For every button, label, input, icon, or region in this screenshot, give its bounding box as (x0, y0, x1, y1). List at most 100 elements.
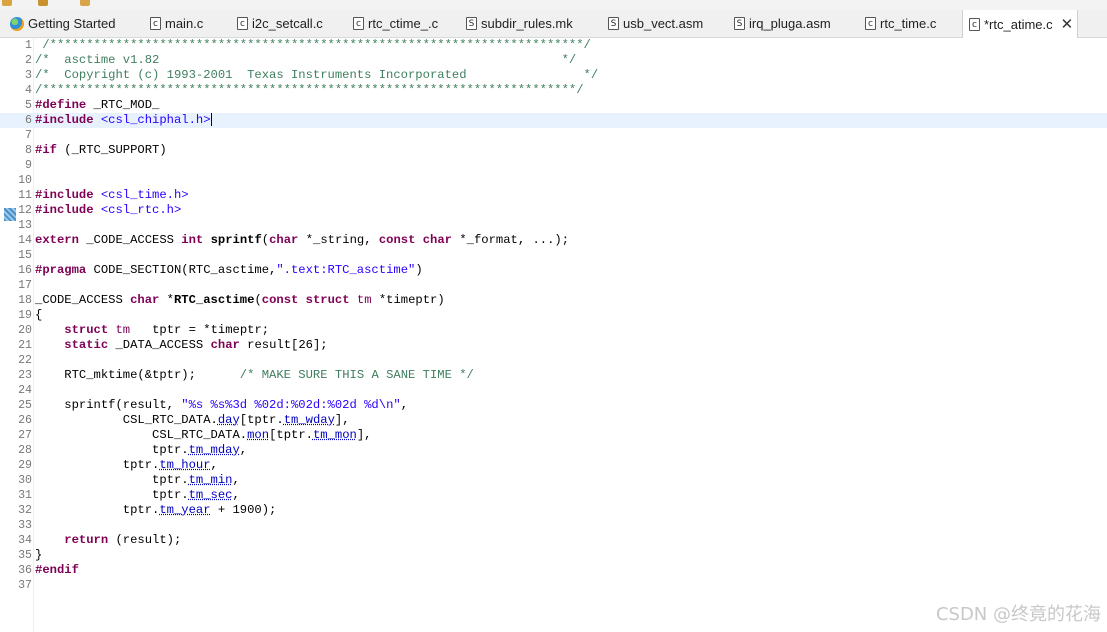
code-line[interactable]: 16 #pragma CODE_SECTION(RTC_asctime,".tex… (0, 263, 1107, 278)
line-number: 32 (18, 504, 32, 517)
code-text: } (35, 548, 42, 563)
line-number: 17 (18, 279, 32, 292)
code-line[interactable]: 33 (0, 518, 1107, 533)
code-token: ], (356, 428, 372, 442)
code-line[interactable]: 4/**************************************… (0, 83, 1107, 98)
code-line[interactable]: 35} (0, 548, 1107, 563)
toolbar-icon[interactable] (38, 0, 48, 6)
line-number: 27 (18, 429, 32, 442)
tab-rtc-atime-c[interactable]: c *rtc_atime.c ✕ (962, 10, 1078, 38)
code-line[interactable]: 28 tptr.tm_mday, (0, 443, 1107, 458)
code-line[interactable]: 8 #if (_RTC_SUPPORT) (0, 143, 1107, 158)
code-token: /* Copyright (c) 1993-2001 Texas Instrum… (35, 68, 599, 82)
code-line[interactable]: 20 struct tm tptr = *timeptr; (0, 323, 1107, 338)
code-token: char (210, 338, 240, 352)
c-file-icon: c (969, 17, 980, 31)
code-line[interactable]: 10 (0, 173, 1107, 188)
tab-rtc-ctime-c[interactable]: c rtc_ctime_.c (347, 10, 457, 37)
s-file-icon: S (734, 17, 745, 30)
code-line[interactable]: 25 sprintf(result, "%s %s%3d %02d:%02d:%… (0, 398, 1107, 413)
code-token: RTC_mktime(&tptr); (35, 368, 240, 382)
code-line[interactable]: 36 #endif (0, 563, 1107, 578)
code-line[interactable]: 29 tptr.tm_hour, (0, 458, 1107, 473)
code-editor[interactable]: 1 /*************************************… (0, 38, 1107, 632)
code-line[interactable]: 9 (0, 158, 1107, 173)
code-line[interactable]: 7 (0, 128, 1107, 143)
code-token: sprintf(result, (35, 398, 182, 412)
code-text: /* asctime v1.82 */ (35, 53, 576, 68)
code-token: } (35, 548, 43, 562)
code-line[interactable]: 31 tptr.tm_sec, (0, 488, 1107, 503)
code-token: tm_mday (188, 443, 240, 457)
tab-label: irq_pluga.asm (749, 16, 831, 31)
code-line[interactable]: 11 #include <csl_time.h> (0, 188, 1107, 203)
tab-label: rtc_ctime_.c (368, 16, 439, 31)
code-token: RTC_asctime (173, 293, 255, 307)
toolbar-icon[interactable] (80, 0, 90, 6)
tab-usb-vect-asm[interactable]: Susb_vect.asm (602, 10, 725, 37)
c-file-icon: c (865, 17, 876, 30)
code-line[interactable]: 12 #include <csl_rtc.h> (0, 203, 1107, 218)
code-text: tptr.tm_mday, (35, 443, 247, 458)
code-line[interactable]: 6 #include <csl_chiphal.h> (0, 113, 1107, 128)
line-number: 9 (25, 159, 32, 172)
tab-subdir-rules-mk[interactable]: Ssubdir_rules.mk (460, 10, 599, 37)
tab-i2c-setcall-c[interactable]: c i2c_setcall.c (231, 10, 344, 37)
line-number: 11 (18, 189, 32, 202)
code-token: _CODE_ACCESS (78, 233, 182, 247)
line-number: 25 (18, 399, 32, 412)
code-token: tptr. (35, 473, 189, 487)
code-token: (_RTC_SUPPORT) (56, 143, 167, 157)
line-number: 34 (18, 534, 32, 547)
code-token: _RTC_MOD_ (86, 98, 160, 112)
code-line[interactable]: 5 #define _RTC_MOD_ (0, 98, 1107, 113)
code-line[interactable]: 14 extern _CODE_ACCESS int sprintf(char *… (0, 233, 1107, 248)
code-line[interactable]: 24 (0, 383, 1107, 398)
code-line[interactable]: 30 tptr.tm_min, (0, 473, 1107, 488)
code-line[interactable]: 19{ (0, 308, 1107, 323)
code-line[interactable]: 23 RTC_mktime(&tptr); /* MAKE SURE THIS … (0, 368, 1107, 383)
code-token: *_string, (298, 233, 379, 247)
line-number: 31 (18, 489, 32, 502)
line-number: 12 (18, 204, 32, 217)
code-line[interactable]: 1 /*************************************… (0, 38, 1107, 53)
c-file-icon: c (353, 17, 364, 30)
code-token: { (35, 308, 43, 322)
code-line[interactable]: 17 (0, 278, 1107, 293)
toolbar-icon[interactable] (2, 0, 12, 6)
code-line[interactable]: 13 (0, 218, 1107, 233)
tab-irq-pluga-asm[interactable]: Sirq_pluga.asm (728, 10, 856, 37)
tab-rtc-time-c[interactable]: c rtc_time.c (859, 10, 959, 37)
code-token: , (210, 458, 218, 472)
code-line[interactable]: 27 CSL_RTC_DATA.mon[tptr.tm_mon], (0, 428, 1107, 443)
code-token: tm_mon (312, 428, 357, 442)
code-line[interactable]: 21 static _DATA_ACCESS char result[26]; (0, 338, 1107, 353)
code-token: ], (334, 413, 350, 427)
code-token: struct (64, 323, 109, 337)
code-token: const (378, 233, 416, 247)
toolbar-strip (0, 0, 1107, 10)
code-line[interactable]: 22 (0, 353, 1107, 368)
code-line[interactable]: 2/* asctime v1.82 */ (0, 53, 1107, 68)
code-line[interactable]: 32 tptr.tm_year + 1900); (0, 503, 1107, 518)
close-tab-icon[interactable]: ✕ (1061, 15, 1074, 33)
code-token: mon (247, 428, 270, 442)
code-line[interactable]: 3/* Copyright (c) 1993-2001 Texas Instru… (0, 68, 1107, 83)
code-line[interactable]: 18 _CODE_ACCESS char *RTC_asctime(const s… (0, 293, 1107, 308)
line-number: 28 (18, 444, 32, 457)
tab-main-c[interactable]: c main.c (144, 10, 228, 37)
line-number: 13 (18, 219, 32, 232)
code-line[interactable]: 34 return (result); (0, 533, 1107, 548)
line-number: 21 (18, 339, 32, 352)
code-token: ( (261, 233, 270, 247)
tab-getting-started[interactable]: Getting Started (4, 10, 140, 37)
getting-started-icon (10, 16, 24, 31)
code-token: + 1900); (210, 503, 277, 517)
code-line[interactable]: 26 CSL_RTC_DATA.day[tptr.tm_wday], (0, 413, 1107, 428)
code-line[interactable]: 37 (0, 578, 1107, 593)
code-line[interactable]: 15 (0, 248, 1107, 263)
code-token: tm_sec (188, 488, 233, 502)
